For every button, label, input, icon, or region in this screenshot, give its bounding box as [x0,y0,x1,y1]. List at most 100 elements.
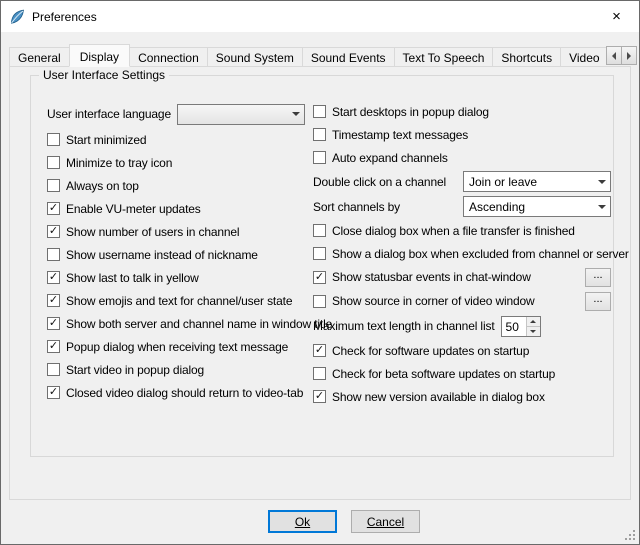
tab-sound-system[interactable]: Sound System [207,47,303,67]
checkbox-start-minimized[interactable] [47,133,60,146]
close-button[interactable]: × [594,1,639,32]
checkbox-start-video-in-popup-dialog[interactable] [47,363,60,376]
checkbox-show-statusbar-events[interactable]: ✓ [313,271,326,284]
checkbox-show-new-version-available-in-dialog-box[interactable]: ✓ [313,390,326,403]
checkbox-timestamp-text-messages[interactable] [313,128,326,141]
checkbox-label: Enable VU-meter updates [66,202,201,216]
video-source-config-button[interactable]: ... [585,292,611,311]
resize-grip[interactable] [623,528,636,541]
spin-down-button[interactable] [527,327,540,336]
sort-channels-combobox[interactable]: Ascending [463,196,611,217]
max-text-length-row: Maximum text length in channel list 50 [313,313,611,339]
check-row: Close dialog box when a file transfer is… [313,219,611,242]
tab-sound-events[interactable]: Sound Events [302,47,395,67]
checkbox-show-username-instead-of-nickname[interactable] [47,248,60,261]
checkbox-close-dialog-box-when-a-file-transfer-is-finished[interactable] [313,224,326,237]
arrow-right-icon [627,52,631,60]
checkbox-start-desktops-in-popup-dialog[interactable] [313,105,326,118]
checkbox-label: Show emojis and text for channel/user st… [66,294,292,308]
statusbar-events-row: ✓ Show statusbar events in chat-window .… [313,265,611,289]
check-row: Always on top [47,174,305,197]
check-row: ✓ Enable VU-meter updates [47,197,305,220]
tab-text-to-speech[interactable]: Text To Speech [394,47,494,67]
checkbox-label: Popup dialog when receiving text message [66,340,288,354]
checkbox-show-last-to-talk-in-yellow[interactable]: ✓ [47,271,60,284]
right-top-checkbox-list: Start desktops in popup dialogTimestamp … [313,100,611,169]
checkbox-label: Show source in corner of video window [332,294,535,308]
check-row: Start desktops in popup dialog [313,100,611,123]
checkbox-show-video-source[interactable] [313,295,326,308]
tab-video[interactable]: Video [560,47,607,67]
checkbox-label: Check for software updates on startup [332,344,529,358]
checkbox-enable-vu-meter-updates[interactable]: ✓ [47,202,60,215]
checkbox-show-both-server-and-channel-name-in-window-title[interactable]: ✓ [47,317,60,330]
check-row: Show username instead of nickname [47,243,305,266]
statusbar-events-config-button[interactable]: ... [585,268,611,287]
check-row: ✓ Popup dialog when receiving text messag… [47,335,305,358]
ok-button[interactable]: Ok [268,510,337,533]
checkbox-label: Close dialog box when a file transfer is… [332,224,575,238]
checkbox-label: Closed video dialog should return to vid… [66,386,303,400]
cancel-button[interactable]: Cancel [351,510,420,533]
max-text-length-label: Maximum text length in channel list [313,319,495,333]
check-row: ✓ Show emojis and text for channel/user s… [47,289,305,312]
checkbox-show-a-dialog-box-when-excluded-from-channel-or-server[interactable] [313,247,326,260]
chevron-down-icon [593,197,610,216]
display-tab-panel: User Interface Settings User interface l… [9,66,631,500]
tab-connection[interactable]: Connection [129,47,208,67]
check-row: Start minimized [47,128,305,151]
tab-scroll-buttons [607,46,637,65]
video-source-row: Show source in corner of video window ..… [313,289,611,313]
checkbox-label: Auto expand channels [332,151,448,165]
check-row: Minimize to tray icon [47,151,305,174]
dialog-button-bar: Ok Cancel [1,510,639,533]
check-row: Timestamp text messages [313,123,611,146]
sort-channels-value: Ascending [464,200,593,214]
tab-shortcuts[interactable]: Shortcuts [492,47,561,67]
group-title: User Interface Settings [39,68,169,82]
check-row: ✓ Show number of users in channel [47,220,305,243]
checkbox-check-for-software-updates-on-startup[interactable]: ✓ [313,344,326,357]
checkbox-label: Show number of users in channel [66,225,239,239]
chevron-down-icon [530,330,536,333]
tab-general[interactable]: General [9,47,70,67]
language-row: User interface language [47,100,305,128]
checkbox-check-for-beta-software-updates-on-startup[interactable] [313,367,326,380]
tab-scroll-left-button[interactable] [606,46,622,65]
check-row: ✓Show new version available in dialog bo… [313,385,611,408]
checkbox-label: Start minimized [66,133,146,147]
checkbox-label: Check for beta software updates on start… [332,367,555,381]
sort-channels-row: Sort channels by Ascending [313,194,611,219]
checkbox-auto-expand-channels[interactable] [313,151,326,164]
checkbox-show-number-of-users-in-channel[interactable]: ✓ [47,225,60,238]
spinner-buttons [526,317,540,336]
preferences-dialog: Preferences × GeneralDisplayConnectionSo… [0,0,640,545]
check-row: Start video in popup dialog [47,358,305,381]
spin-up-button[interactable] [527,317,540,327]
check-row: Show a dialog box when excluded from cha… [313,242,611,265]
checkbox-popup-dialog-when-receiving-text-message[interactable]: ✓ [47,340,60,353]
right-bottom-checkbox-list: ✓ Check for software updates on startup Ch… [313,339,611,408]
double-click-value: Join or leave [464,175,593,189]
language-label: User interface language [47,107,171,121]
checkbox-always-on-top[interactable] [47,179,60,192]
check-row: Check for beta software updates on start… [313,362,611,385]
chevron-down-icon [593,172,610,191]
check-row: ✓Show both server and channel name in wi… [47,312,305,335]
arrow-left-icon [612,52,616,60]
checkbox-closed-video-dialog-should-return-to-video-tab[interactable]: ✓ [47,386,60,399]
check-row: ✓Show last to talk in yellow [47,266,305,289]
max-text-length-value: 50 [502,317,526,336]
max-text-length-spinner[interactable]: 50 [501,316,541,337]
checkbox-label: Start video in popup dialog [66,363,204,377]
checkbox-label: Show username instead of nickname [66,248,258,262]
app-feather-icon [9,9,25,25]
checkbox-show-emojis-and-text-for-channel-user-state[interactable]: ✓ [47,294,60,307]
language-combobox[interactable] [177,104,305,125]
checkbox-label: Show statusbar events in chat-window [332,270,531,284]
double-click-combobox[interactable]: Join or leave [463,171,611,192]
tab-display[interactable]: Display [69,44,130,67]
tab-scroll-right-button[interactable] [621,46,637,65]
user-interface-settings-group: User Interface Settings User interface l… [30,75,614,457]
checkbox-minimize-to-tray-icon[interactable] [47,156,60,169]
